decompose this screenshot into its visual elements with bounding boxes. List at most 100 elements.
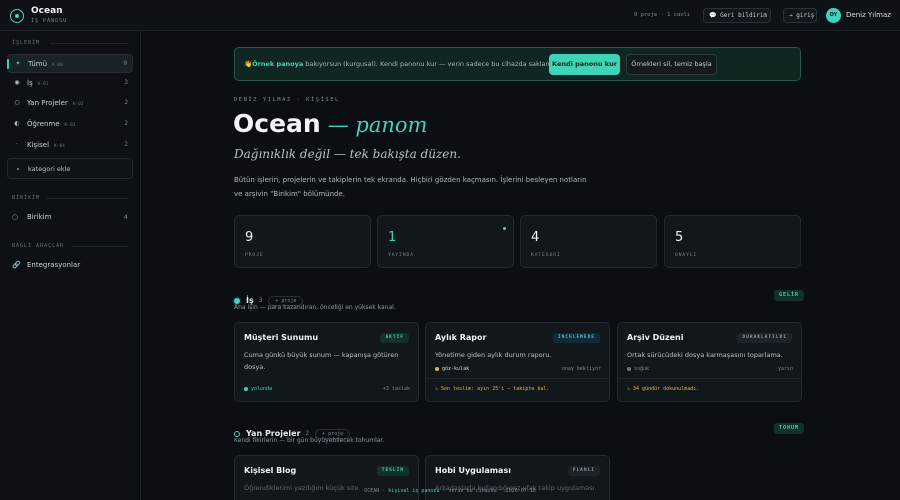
sidebar-item-integrations[interactable]: 🔗 Entegrasyonlar (12, 261, 80, 269)
card-title: Kişisel Blog (244, 466, 297, 475)
status-badge: AKTİF (380, 333, 409, 343)
sidebar-item-count: 2 (124, 141, 128, 148)
group-description: Kendi fikirlerin — bir gün büyüyebilecek… (234, 437, 385, 444)
sidebar-item-code: K-04 (54, 144, 65, 149)
sidebar: İŞLERİM ✦ Tümü K-00 9 ◉ İş K-01 3 ○ Yan Pr… (0, 31, 141, 500)
ring-icon (234, 430, 240, 437)
health-label: yolunda (251, 386, 273, 392)
sidebar-item-count: 9 (123, 60, 127, 67)
card-divider (426, 378, 609, 379)
stat-value: 4 (531, 230, 540, 245)
group-count: 2 (305, 430, 310, 437)
add-category-label: kategori ekle (28, 165, 71, 173)
page-title-main: Ocean (233, 109, 321, 138)
main-content: 👋Örnek panoya bakıyorsun (kurgusal). Ken… (141, 31, 900, 500)
stat-label: YAYINDA (388, 253, 414, 258)
page-subtitle: Dağınıklık değil — tek bakışta düzen. (234, 147, 461, 161)
app-root: Ocean İŞ PANOSU 9 proje · 1 canlı 💬 Geri… (0, 0, 900, 500)
card-title: Hobi Uygulaması (435, 466, 511, 475)
sidebar-item-label: Öğrenme (27, 120, 60, 128)
project-card[interactable]: Arşiv Düzeni DURAKLATILDI Ortak sürücüde… (617, 322, 802, 402)
ring-icon: ○ (14, 99, 20, 106)
sidebar-item-count: 2 (124, 99, 128, 106)
sidebar-item-label: Kişisel (27, 141, 50, 149)
user-name[interactable]: Deniz Yılmaz (846, 11, 891, 19)
status-badge: PLANLI (567, 466, 600, 476)
group-tag: TOHUM (774, 423, 805, 434)
project-card[interactable]: Müşteri Sunumu AKTİF Cuma günkü büyük su… (234, 322, 419, 402)
group-tag: GELİR (774, 290, 805, 301)
section-title-tools: BAĞLI ARAÇLAR (12, 243, 65, 249)
warning-note: ⚠ 34 gündür dokunulmadı. (627, 386, 700, 392)
wave-icon: 👋 (244, 60, 253, 68)
stat-value: 1 (388, 230, 397, 245)
card-title: Arşiv Düzeni (627, 333, 684, 342)
sidebar-item-label: İş (27, 79, 33, 87)
stat-card-projects[interactable]: 9 PROJE (234, 215, 371, 268)
stat-label: PROJE (245, 253, 264, 258)
sidebar-item-all[interactable]: ✦ Tümü K-00 9 (7, 54, 133, 73)
status-badge: İNCELEMEDE (552, 333, 600, 343)
card-title: Aylık Rapor (435, 333, 487, 342)
create-board-button[interactable]: Kendi panonu kur (549, 54, 620, 75)
section-divider (50, 43, 128, 44)
sidebar-item-code: K-02 (72, 102, 84, 107)
card-description: Yönetime giden aylık durum raporu. (435, 351, 552, 359)
sidebar-item-label: Birikim (27, 213, 52, 221)
footer-text: · verin bu cihazda · 2026-07-18 (442, 488, 536, 494)
active-indicator (7, 59, 9, 69)
card-description: Cuma günkü büyük sunum — kapanışa götüre… (244, 351, 399, 371)
section-divider (46, 198, 128, 199)
stat-card-categories[interactable]: 4 KATEGORİ (520, 215, 657, 268)
ring-icon: ○ (12, 213, 19, 221)
health-label: soğuk (634, 366, 650, 372)
footer-highlight: kişisel iş panosu (388, 488, 440, 494)
sidebar-item-learning[interactable]: ◐ Öğrenme K-03 2 (7, 115, 133, 134)
clear-examples-button[interactable]: Örnekleri sil, temiz başla (626, 54, 717, 75)
banner-highlight: Örnek panoya (252, 60, 304, 68)
live-dot-icon (503, 227, 506, 230)
feedback-button[interactable]: 💬 Geri bildirim (703, 8, 771, 23)
sidebar-item-side-projects[interactable]: ○ Yan Projeler K-02 2 (7, 94, 133, 113)
status-dot-icon (435, 366, 439, 371)
group-description: Ana işin — para kazandıran, önceliği en … (234, 304, 396, 311)
status-dot-icon (244, 386, 248, 391)
status-dot-icon (627, 366, 631, 371)
warning-note: ⚠ Son teslim: ayın 25'i — takipte kal. (435, 386, 550, 392)
card-meta-right: +3 taslak (382, 386, 410, 392)
link-icon: 🔗 (12, 261, 21, 269)
spark-icon: ✦ (15, 60, 21, 67)
page-title: Ocean — panom (233, 109, 427, 138)
sidebar-item-work[interactable]: ◉ İş K-01 3 (7, 74, 133, 93)
login-button[interactable]: → giriş (783, 8, 817, 23)
demo-banner: 👋Örnek panoya bakıyorsun (kurgusal). Ken… (234, 47, 801, 81)
stat-label: ONAYLI (675, 253, 698, 258)
target-icon: ◉ (14, 79, 20, 86)
sidebar-item-label: Tümü (28, 60, 48, 68)
section-title-works: İŞLERİM (12, 40, 41, 46)
banner-text: 👋Örnek panoya bakıyorsun (kurgusal). Ken… (244, 60, 556, 68)
project-card[interactable]: Aylık Rapor İNCELEMEDE Yönetime giden ay… (425, 322, 610, 402)
sidebar-item-count: 2 (124, 120, 128, 127)
card-meta-right: onay bekliyor (561, 366, 601, 372)
avatar[interactable]: DY (826, 8, 841, 23)
sidebar-item-personal[interactable]: · Kişisel K-04 2 (7, 136, 133, 155)
ocean-logo-icon (10, 9, 24, 23)
page-intro: Bütün işlerin, projelerin ve takiplerin … (234, 176, 587, 198)
sidebar-item-count: 4 (124, 214, 128, 221)
page-eyebrow: DENİZ YILMAZ · KİŞİSEL (234, 97, 340, 103)
sidebar-item-code: K-03 (64, 123, 76, 128)
health-label: göz-kulak (442, 366, 470, 372)
sidebar-item-archive[interactable]: ○ Birikim (12, 213, 51, 221)
sidebar-item-code: K-00 (52, 63, 63, 68)
banner-message: bakıyorsun (kurgusal). Kendi panonu kur … (303, 60, 556, 68)
section-title-archive: BİRİKİM (12, 195, 41, 201)
half-moon-icon: ◐ (14, 120, 20, 127)
add-category-button[interactable]: kategori ekle (7, 158, 133, 179)
top-bar: Ocean İŞ PANOSU 9 proje · 1 canlı 💬 Geri… (0, 0, 900, 31)
stat-card-approved[interactable]: 5 ONAYLI (664, 215, 801, 268)
footer-brand: OCEAN · (364, 488, 386, 494)
brand-name: Ocean (31, 6, 63, 16)
card-meta-right: yarın (777, 366, 793, 372)
stat-card-live[interactable]: 1 YAYINDA (377, 215, 514, 268)
